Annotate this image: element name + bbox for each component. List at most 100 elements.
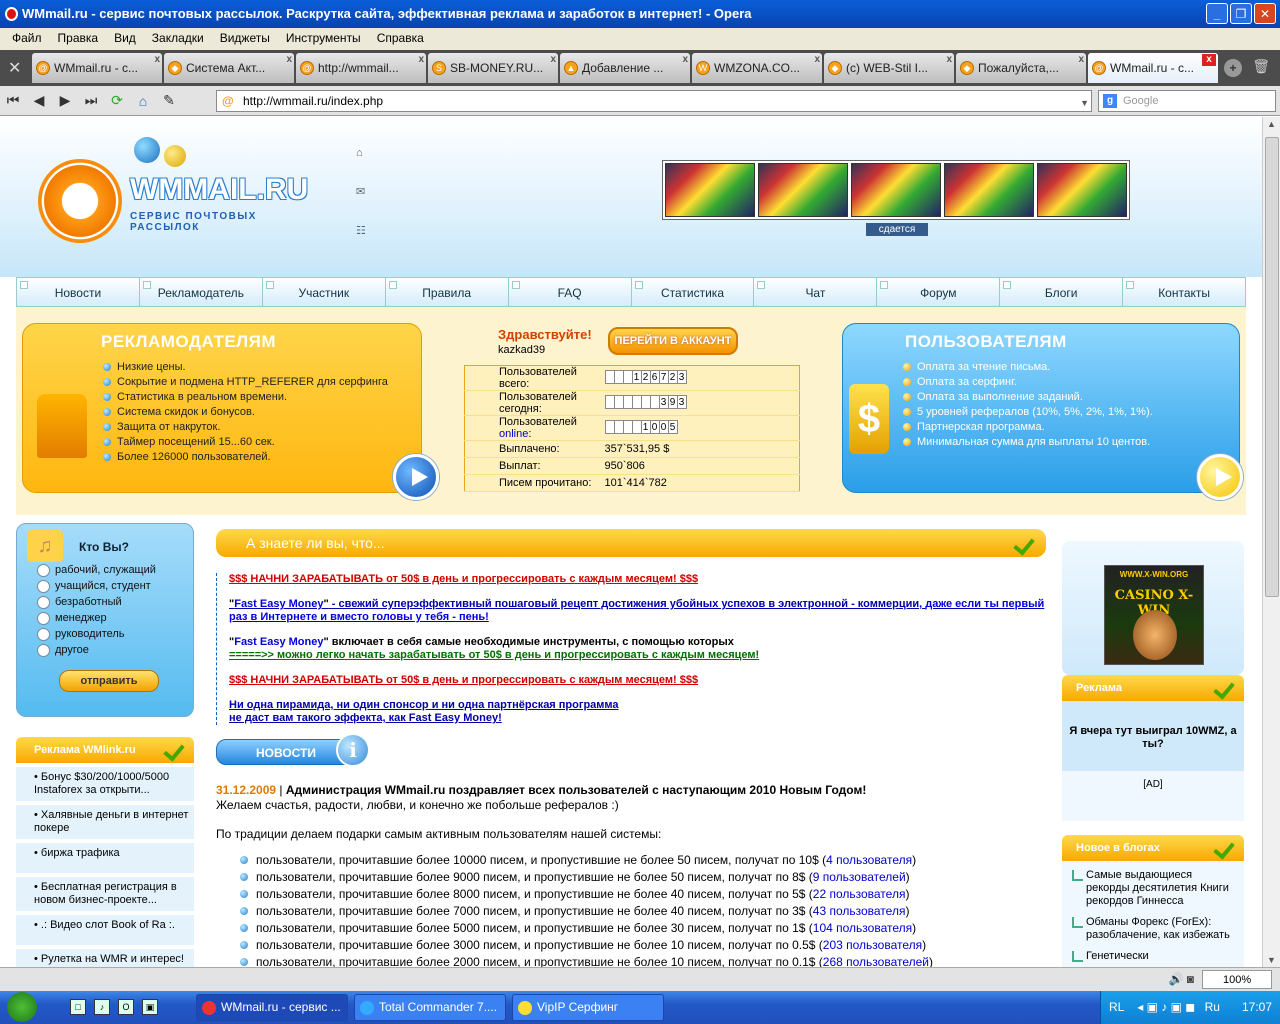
home-icon[interactable]: ⌂ — [356, 147, 366, 159]
nav-forum[interactable]: Форум — [877, 278, 1001, 306]
tab-close-icon[interactable]: x — [418, 53, 424, 75]
nav-advertiser[interactable]: Рекламодатель — [140, 278, 263, 306]
taskbar-opera[interactable]: WMmail.ru - сервис ... — [196, 994, 348, 1021]
casino-banner[interactable]: WWW.X-WIN.ORG CASINO X-WIN — [1062, 541, 1244, 675]
reload-icon[interactable]: ⟳ — [104, 92, 130, 109]
poll-option-radio[interactable]: безработный — [37, 594, 156, 610]
taskbar-vipip[interactable]: VipIP Серфинг — [512, 994, 664, 1021]
online-link[interactable]: online — [499, 428, 528, 440]
users-play-button[interactable] — [1197, 454, 1243, 500]
users-count-link[interactable]: 203 пользователя — [823, 938, 922, 952]
news-header[interactable]: НОВОСТИ i — [216, 733, 372, 769]
poll-submit-button[interactable]: отправить — [59, 670, 159, 692]
poll-option-radio[interactable]: рабочий, служащий — [37, 562, 156, 578]
wmlink-ad-link[interactable]: Бонус $30/200/1000/5000 Instaforex за от… — [34, 771, 169, 796]
chevron-down-icon[interactable]: ▼ — [1080, 93, 1089, 113]
back-icon[interactable]: ◀ — [26, 92, 52, 109]
promo-link[interactable]: Ни одна пирамида, ни один спонсор и ни о… — [229, 699, 619, 711]
promo-link-green[interactable]: =====>> можно легко начать зарабатывать … — [229, 649, 759, 661]
nav-blogs[interactable]: Блоги — [1000, 278, 1124, 306]
menu-bookmarks[interactable]: Закладки — [146, 28, 210, 50]
maximize-button[interactable]: ❐ — [1230, 3, 1252, 24]
nav-participant[interactable]: Участник — [263, 278, 386, 306]
advertisers-play-button[interactable] — [393, 454, 439, 500]
promo-link[interactable]: $$$ НАЧНИ ЗАРАБАТЫВАТЬ от 50$ в день и п… — [229, 573, 698, 585]
mail-icon[interactable]: ✉ — [356, 185, 366, 198]
reklama-link[interactable]: Я вчера тут выиграл 10WMZ, а ты? — [1069, 725, 1236, 750]
scroll-up-icon[interactable]: ▲ — [1267, 119, 1276, 129]
scroll-thumb[interactable] — [1265, 137, 1279, 597]
menu-edit[interactable]: Правка — [52, 28, 105, 50]
zoom-select[interactable]: 100% — [1202, 970, 1272, 989]
go-to-account-button[interactable]: ПЕРЕЙТИ В АККАУНТ — [608, 327, 738, 355]
promo-link[interactable]: $$$ НАЧНИ ЗАРАБАТЫВАТЬ от 50$ в день и п… — [229, 674, 698, 686]
language-indicator[interactable]: RL — [1109, 1000, 1124, 1014]
app-icon[interactable]: O — [118, 999, 134, 1015]
close-button[interactable]: ✕ — [1254, 3, 1276, 24]
tab-close-icon[interactable]: x — [1078, 53, 1084, 75]
menu-widgets[interactable]: Виджеты — [214, 28, 276, 50]
users-count-link[interactable]: 22 пользователя — [813, 887, 906, 901]
start-button[interactable] — [0, 991, 50, 1024]
scroll-down-icon[interactable]: ▼ — [1267, 955, 1276, 965]
new-tab-icon[interactable]: + — [1224, 59, 1242, 77]
search-input[interactable]: g Google — [1098, 90, 1276, 112]
menu-file[interactable]: Файл — [6, 28, 48, 50]
blog-link[interactable]: Обманы Форекс (ForEx): разоблачение, как… — [1086, 916, 1230, 941]
fast-forward-icon[interactable]: ⏭ — [78, 92, 104, 109]
speaker-icon[interactable]: 🔊 — [1168, 972, 1183, 986]
fast-easy-money-link[interactable]: Fast Easy Money — [234, 636, 323, 648]
tab-close-icon[interactable]: x — [946, 53, 952, 75]
camera-icon[interactable]: ◙ — [1187, 972, 1194, 986]
news-button[interactable]: НОВОСТИ — [216, 739, 356, 765]
keyboard-layout[interactable]: Ru — [1205, 1000, 1220, 1014]
tab-8-active[interactable]: @ WMmail.ru - с... x — [1088, 53, 1218, 83]
wmlink-ad-link[interactable]: Рулетка на WMR и интерес! — [41, 953, 184, 965]
poll-option-radio[interactable]: менеджер — [37, 610, 156, 626]
promo-link[interactable]: не даст вам такого эффекта, как Fast Eas… — [229, 712, 502, 724]
nav-faq[interactable]: FAQ — [509, 278, 632, 306]
poll-option-radio[interactable]: другое — [37, 642, 156, 658]
app-icon[interactable]: ▣ — [142, 999, 158, 1015]
tab-close-icon[interactable]: x — [1202, 54, 1216, 66]
users-count-link[interactable]: 9 пользователей — [813, 870, 906, 884]
app-icon[interactable]: □ — [70, 999, 86, 1015]
tab-close-icon[interactable]: x — [154, 53, 160, 75]
wmlink-ad-link[interactable]: Бесплатная регистрация в новом бизнес-пр… — [34, 881, 177, 906]
menu-help[interactable]: Справка — [371, 28, 430, 50]
page-scrollbar[interactable]: ▲ ▼ — [1262, 117, 1280, 967]
tab-4[interactable]: ▲ Добавление ... x — [560, 53, 690, 83]
taskbar-total-commander[interactable]: Total Commander 7.... — [354, 994, 506, 1021]
tab-close-icon[interactable]: x — [286, 53, 292, 75]
users-count-link[interactable]: 4 пользователя — [826, 853, 912, 867]
blog-link[interactable]: Генетически — [1086, 950, 1149, 962]
ad-link[interactable]: [AD] — [1143, 779, 1162, 790]
tab-0[interactable]: @ WMmail.ru - с... x — [32, 53, 162, 83]
edit-icon[interactable]: ✎ — [156, 92, 182, 109]
address-input[interactable]: http://wmmail.ru/index.php ▼ — [216, 90, 1092, 112]
wmlink-ad-link[interactable]: биржа трафика — [41, 847, 120, 859]
site-logo[interactable]: WMMAIL.RU СЕРВИС ПОЧТОВЫХ РАССЫЛОК — [38, 137, 328, 247]
app-icon[interactable]: ♪ — [94, 999, 110, 1015]
minimize-button[interactable]: _ — [1206, 3, 1228, 24]
tab-7[interactable]: ◆ Пожалуйста,... x — [956, 53, 1086, 83]
tab-close-icon[interactable]: x — [550, 53, 556, 75]
tab-close-icon[interactable]: x — [814, 53, 820, 75]
nav-rules[interactable]: Правила — [386, 278, 509, 306]
users-count-link[interactable]: 104 пользователя — [813, 921, 912, 935]
poll-option-radio[interactable]: руководитель — [37, 626, 156, 642]
tab-close-icon[interactable]: x — [682, 53, 688, 75]
nav-chat[interactable]: Чат — [754, 278, 878, 306]
tab-2[interactable]: @ http://wmmail... x — [296, 53, 426, 83]
tab-3[interactable]: S SB-MONEY.RU... x — [428, 53, 558, 83]
sitemap-icon[interactable]: ☷ — [356, 224, 366, 237]
wmlink-ad-link[interactable]: Халявные деньги в интернет покере — [34, 809, 188, 834]
slots-banner[interactable] — [662, 160, 1130, 220]
tools-icon[interactable]: ✕ — [8, 58, 21, 78]
forward-icon[interactable]: ▶ — [52, 92, 78, 109]
menu-tools[interactable]: Инструменты — [280, 28, 367, 50]
home-icon[interactable]: ⌂ — [130, 93, 156, 109]
blog-link[interactable]: Самые выдающиеся рекорды десятилетия Кни… — [1086, 869, 1229, 907]
tab-5[interactable]: W WMZONA.CO... x — [692, 53, 822, 83]
nav-contacts[interactable]: Контакты — [1123, 278, 1245, 306]
